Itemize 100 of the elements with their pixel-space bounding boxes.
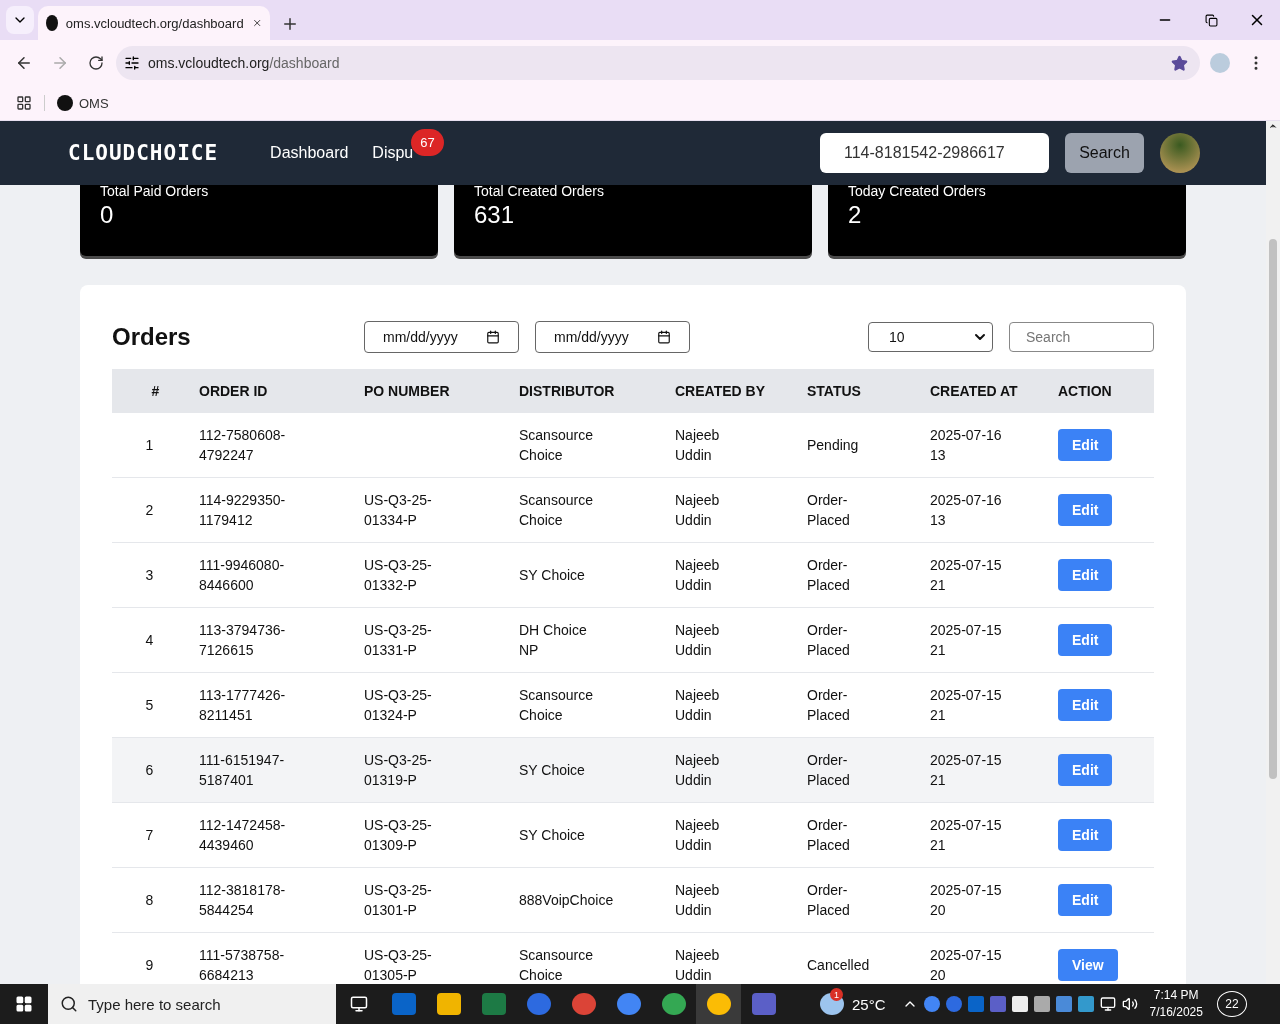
po-number-cell-text: US-Q3-25-01324-P <box>364 686 433 725</box>
browser-tab[interactable]: oms.vcloudtech.org/dashboard <box>38 6 270 40</box>
po-number-cell-text: US-Q3-25-01305-P <box>364 946 433 984</box>
tab-search-button[interactable] <box>6 6 34 34</box>
row-action-button[interactable]: Edit <box>1058 624 1113 656</box>
created-by-cell-text: Najeeb Uddin <box>675 491 721 530</box>
distributor-cell-text: Scansource Choice <box>519 686 594 725</box>
tray-icon[interactable] <box>1011 996 1028 1012</box>
row-number: 8 <box>145 891 154 910</box>
page-size-select[interactable]: 10 <box>868 322 993 352</box>
search-icon <box>60 995 78 1013</box>
row-action-button[interactable]: Edit <box>1058 689 1113 721</box>
po-number-cell-text: US-Q3-25-01331-P <box>364 621 433 660</box>
column-header: DISTRIBUTOR <box>519 369 675 413</box>
created-by-cell-text: Najeeb Uddin <box>675 621 721 660</box>
scroll-up-icon[interactable] <box>1268 121 1278 131</box>
network-icon[interactable] <box>1099 996 1116 1012</box>
row-number: 6 <box>145 761 154 780</box>
row-number: 9 <box>145 956 154 975</box>
status-cell-text: Order-Placed <box>807 556 851 595</box>
orders-title: Orders <box>112 323 192 351</box>
created-by-cell-text: Najeeb Uddin <box>675 426 721 465</box>
bookmark-item[interactable]: OMS <box>44 95 109 111</box>
site-settings-icon[interactable] <box>124 55 140 71</box>
stat-label: Today Created Orders <box>848 183 987 199</box>
column-header: ACTION <box>1058 369 1154 413</box>
created-by-cell-text: Najeeb Uddin <box>675 946 721 984</box>
date-to-field[interactable]: mm/dd/yyyy <box>535 321 690 353</box>
po-number-cell-text: US-Q3-25-01319-P <box>364 751 433 790</box>
bookmark-star-icon[interactable] <box>1171 54 1188 72</box>
po-number-cell-text: US-Q3-25-01301-P <box>364 881 433 920</box>
status-cell-text: Order-Placed <box>807 751 851 790</box>
tray-icon[interactable] <box>1033 996 1050 1012</box>
date-from-field[interactable]: mm/dd/yyyy <box>364 321 519 353</box>
column-header: STATUS <box>807 369 930 413</box>
row-action-button[interactable]: Edit <box>1058 494 1113 526</box>
column-header: # <box>112 369 199 413</box>
row-number: 2 <box>145 501 154 520</box>
created-at-cell-text: 2025-07-15 21 <box>930 556 1003 595</box>
row-action-button[interactable]: Edit <box>1058 819 1113 851</box>
nav-link[interactable]: Dashboard <box>270 144 349 161</box>
distributor-cell-text: Scansource Choice <box>519 426 594 465</box>
distributor-cell-text: SY Choice <box>519 566 585 585</box>
taskbar-search-field[interactable]: Type here to search <box>48 984 336 1024</box>
taskbar-app-icon[interactable] <box>696 984 741 1024</box>
status-cell-text: Order-Placed <box>807 621 851 660</box>
column-header: ORDER ID <box>199 369 364 413</box>
order-id-cell-text: 111-9946080-8446600 <box>199 556 286 595</box>
stat-label: Total Paid Orders <box>100 183 210 199</box>
apps-grid-icon[interactable] <box>16 95 32 111</box>
created-at-cell-text: 2025-07-15 21 <box>930 751 1003 790</box>
search-button[interactable]: Search <box>1065 133 1144 173</box>
created-at-cell-text: 2025-07-16 13 <box>930 426 1003 465</box>
address-bar[interactable]: oms.vcloudtech.org/dashboard <box>116 46 1200 80</box>
distributor-cell-text: Scansource Choice <box>519 491 594 530</box>
po-number-cell-text: US-Q3-25-01332-P <box>364 556 433 595</box>
taskbar-clock[interactable]: 7:14 PM 7/16/2025 <box>1149 987 1203 1021</box>
nav-link[interactable]: Dispu <box>372 144 414 161</box>
status-cell-text: Cancelled <box>807 956 870 975</box>
created-by-cell-text: Najeeb Uddin <box>675 751 721 790</box>
calendar-icon[interactable] <box>657 330 671 344</box>
order-search-field[interactable]: 114-8181542-2986617 <box>820 133 1049 173</box>
user-avatar[interactable] <box>1160 133 1200 173</box>
table-search-field[interactable]: Search <box>1009 322 1154 352</box>
row-number: 7 <box>145 826 154 845</box>
row-action-button[interactable]: View <box>1058 949 1118 981</box>
created-at-cell-text: 2025-07-15 21 <box>930 816 1003 855</box>
distributor-cell-text: SY Choice <box>519 826 585 845</box>
order-id-cell-text: 113-3794736-7126615 <box>199 621 287 660</box>
row-action-button[interactable]: Edit <box>1058 559 1113 591</box>
row-action-button[interactable]: Edit <box>1058 429 1113 461</box>
po-number-cell-text: US-Q3-25-01309-P <box>364 816 433 855</box>
count-badge: 67 <box>411 129 444 156</box>
created-by-cell-text: Najeeb Uddin <box>675 881 721 920</box>
stat-value: 0 <box>100 201 115 229</box>
status-cell-text: Order-Placed <box>807 881 851 920</box>
status-cell-text: Pending <box>807 436 859 455</box>
row-number: 3 <box>145 566 154 585</box>
logo[interactable]: CLOUDCHOICE <box>68 141 219 165</box>
created-at-cell-text: 2025-07-15 21 <box>930 686 1003 725</box>
status-cell-text: Order-Placed <box>807 816 851 855</box>
distributor-cell-text: SY Choice <box>519 761 585 780</box>
created-at-cell-text: 2025-07-15 20 <box>930 881 1003 920</box>
column-header: PO NUMBER <box>364 369 519 413</box>
site-favicon-icon <box>46 15 58 31</box>
weather-widget[interactable]: 1 25°C <box>820 984 886 1024</box>
row-action-button[interactable]: Edit <box>1058 884 1113 916</box>
row-number: 5 <box>145 696 154 715</box>
stat-value: 631 <box>474 201 516 229</box>
row-action-button[interactable]: Edit <box>1058 754 1113 786</box>
row-number: 4 <box>145 631 154 650</box>
calendar-icon[interactable] <box>486 330 500 344</box>
created-at-cell-text: 2025-07-16 13 <box>930 491 1003 530</box>
distributor-cell-text: DH Choice NP <box>519 621 588 660</box>
created-at-cell-text: 2025-07-15 21 <box>930 621 1003 660</box>
po-number-cell-text: US-Q3-25-01334-P <box>364 491 433 530</box>
row-number: 1 <box>145 436 154 455</box>
order-id-cell-text: 112-3818178-5844254 <box>199 881 287 920</box>
created-by-cell-text: Najeeb Uddin <box>675 816 721 855</box>
created-by-cell-text: Najeeb Uddin <box>675 686 721 725</box>
